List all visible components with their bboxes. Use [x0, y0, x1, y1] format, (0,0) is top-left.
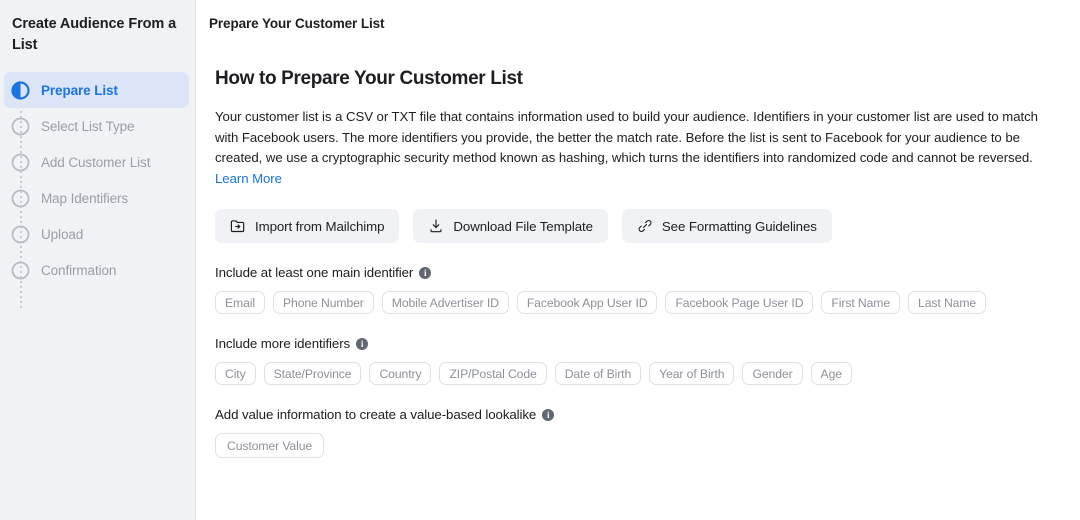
download-file-template-button[interactable]: Download File Template — [413, 209, 608, 244]
identifier-chip: Facebook App User ID — [516, 291, 658, 315]
see-formatting-guidelines-button[interactable]: See Formatting Guidelines — [621, 209, 832, 244]
group-label: Add value information to create a value-… — [215, 407, 1064, 422]
empty-circle-icon — [10, 260, 31, 281]
sidebar-item-label: Map Identifiers — [41, 190, 129, 206]
info-icon[interactable]: i — [419, 266, 432, 279]
empty-circle-icon — [10, 116, 31, 137]
action-button-label: See Formatting Guidelines — [661, 218, 817, 234]
more-identifier-group: Include more identifiers i City State/Pr… — [215, 336, 1064, 386]
intro-paragraph-text: Your customer list is a CSV or TXT file … — [215, 109, 1038, 166]
identifier-chip: Date of Birth — [554, 362, 642, 386]
identifier-chip-row: City State/Province Country ZIP/Postal C… — [215, 362, 1064, 386]
group-label: Include more identifiers i — [215, 336, 1064, 351]
identifier-chip: ZIP/Postal Code — [439, 362, 547, 386]
sidebar-item-add-customer-list[interactable]: Add Customer List — [0, 144, 195, 180]
wizard-sidebar: Create Audience From a List Prepare List — [0, 0, 196, 520]
identifier-chip: Email — [215, 291, 265, 315]
import-from-mailchimp-button[interactable]: Import from Mailchimp — [215, 209, 400, 244]
main-content: How to Prepare Your Customer List Your c… — [196, 46, 1080, 459]
group-label: Include at least one main identifier i — [215, 265, 1064, 280]
identifier-chip: Gender — [742, 362, 803, 386]
sidebar-item-confirmation[interactable]: Confirmation — [0, 252, 195, 288]
sidebar-item-map-identifiers[interactable]: Map Identifiers — [0, 180, 195, 216]
sidebar-item-label: Confirmation — [41, 262, 117, 278]
empty-circle-icon — [10, 152, 31, 173]
identifier-chip: Customer Value — [215, 433, 325, 459]
identifier-chip: Facebook Page User ID — [665, 291, 814, 315]
identifier-chip: Country — [369, 362, 432, 386]
sidebar-item-prepare-list[interactable]: Prepare List — [4, 72, 189, 109]
group-label-text: Add value information to create a value-… — [215, 407, 537, 423]
group-label-text: Include at least one main identifier — [215, 265, 414, 281]
download-icon — [428, 218, 444, 234]
identifier-chip: First Name — [821, 291, 901, 315]
bottom-strip — [196, 516, 1080, 520]
info-icon[interactable]: i — [356, 337, 369, 350]
link-icon — [637, 218, 653, 234]
group-label-text: Include more identifiers — [215, 336, 351, 352]
identifier-chip: Mobile Advertiser ID — [381, 291, 509, 315]
sidebar-item-select-list-type[interactable]: Select List Type — [0, 108, 195, 144]
identifier-chip-row: Customer Value — [215, 433, 1064, 459]
section-heading: How to Prepare Your Customer List — [215, 68, 523, 89]
half-filled-circle-icon — [10, 80, 31, 101]
wizard-step-list: Prepare List Select List Type Add Custom… — [0, 72, 195, 311]
sidebar-item-label: Select List Type — [41, 118, 135, 134]
empty-circle-icon — [10, 188, 31, 209]
identifier-chip: Phone Number — [272, 291, 374, 315]
empty-circle-icon — [10, 224, 31, 245]
info-icon[interactable]: i — [542, 408, 555, 421]
sidebar-item-label: Add Customer List — [41, 154, 151, 170]
action-button-label: Import from Mailchimp — [255, 218, 385, 234]
identifier-chip: State/Province — [263, 362, 362, 386]
value-information-group: Add value information to create a value-… — [215, 407, 1064, 459]
main-identifier-group: Include at least one main identifier i E… — [215, 265, 1064, 315]
sidebar-item-label: Upload — [41, 226, 84, 242]
identifier-chip: Age — [810, 362, 852, 386]
identifier-chip: Year of Birth — [649, 362, 735, 386]
action-button-row: Import from Mailchimp Download File Temp… — [215, 209, 1064, 244]
sidebar-item-label: Prepare List — [41, 82, 118, 98]
action-button-label: Download File Template — [453, 218, 593, 234]
identifier-chip: Last Name — [908, 291, 987, 315]
sidebar-title: Create Audience From a List — [12, 16, 177, 54]
identifier-chip: City — [215, 362, 256, 386]
sidebar-item-upload[interactable]: Upload — [0, 216, 195, 252]
page-title: Prepare Your Customer List — [209, 15, 385, 31]
intro-paragraph: Your customer list is a CSV or TXT file … — [215, 107, 1064, 189]
main-panel: Prepare Your Customer List How to Prepar… — [196, 0, 1080, 520]
create-audience-wizard: Create Audience From a List Prepare List — [0, 0, 1080, 520]
identifier-chip-row: Email Phone Number Mobile Advertiser ID … — [215, 291, 1064, 315]
learn-more-link[interactable]: Learn More — [215, 171, 282, 186]
main-header: Prepare Your Customer List — [196, 0, 1080, 46]
folder-import-icon — [230, 218, 246, 234]
